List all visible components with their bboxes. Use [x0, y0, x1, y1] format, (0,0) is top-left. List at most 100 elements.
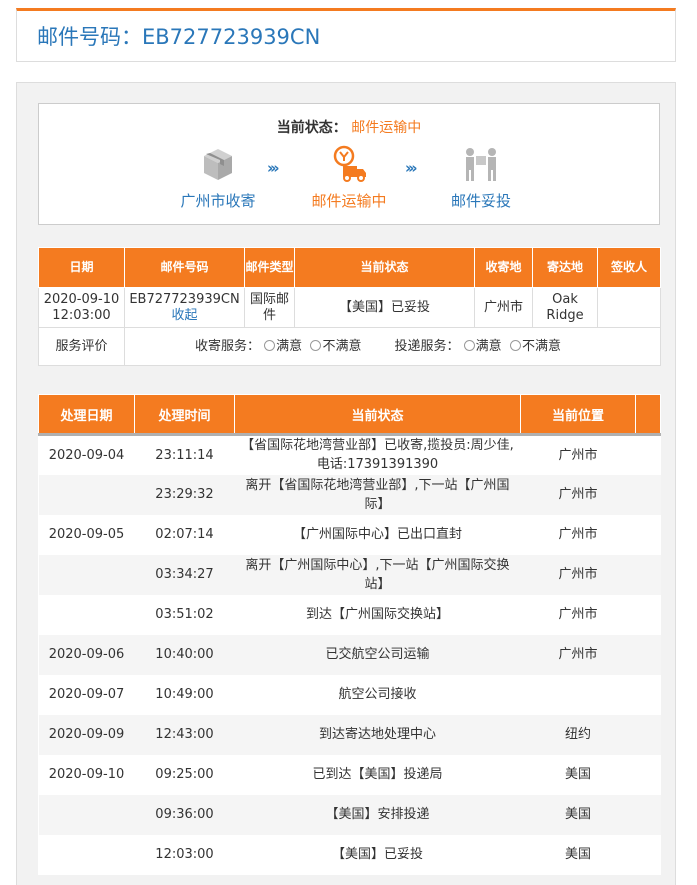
- delivery-satisfied-option[interactable]: 满意: [463, 338, 502, 354]
- event-date: [38, 554, 135, 595]
- event-date: 2020-09-06: [38, 634, 135, 675]
- event-status: 【美国】安排投递: [234, 794, 521, 835]
- event-time: 12:43:00: [134, 714, 235, 755]
- col-header-signer: 签收人: [597, 247, 661, 288]
- step-label-in-transit: 邮件运输中: [311, 192, 387, 210]
- event-date: [39, 835, 135, 875]
- pickup-service-label: 收寄服务：: [195, 338, 261, 354]
- page-title: 邮件号码：EB727723939CN: [37, 25, 321, 49]
- tracking-events-table: 处理日期 处理时间 当前状态 当前位置 2020-09-04 23:11:14 …: [38, 394, 661, 875]
- summary-header-row: 日期 邮件号码 邮件类型 当前状态 收寄地 寄达地 签收人: [38, 247, 661, 288]
- package-box-icon: [198, 144, 238, 184]
- event-time: 10:40:00: [134, 634, 235, 675]
- col-header-date: 日期: [38, 247, 125, 288]
- event-status: 到达寄达地处理中心: [234, 714, 521, 755]
- event-time: 09:25:00: [155, 767, 214, 782]
- header-panel: 邮件号码：EB727723939CN: [16, 8, 676, 62]
- delivery-unsatisfied-option[interactable]: 不满意: [509, 338, 561, 354]
- delivery-truck-icon: [329, 144, 369, 184]
- event-status: 已交航空公司运输: [234, 634, 521, 675]
- summary-row: 2020-09-10 12:03:00 EB727723939CN 收起 国际邮…: [38, 287, 661, 328]
- status-progress-panel: 当前状态： 邮件运输中 广州市收寄 ››› 邮件运输中 ››› 邮件妥投: [38, 103, 660, 225]
- event-time: 12:03:00: [155, 847, 214, 862]
- event-date: [38, 474, 135, 515]
- radio-icon[interactable]: [509, 339, 521, 351]
- delivery-satisfied-label: 满意: [475, 338, 502, 354]
- table-row: 12:03:00 【美国】已妥投 美国: [39, 835, 661, 875]
- col-header-mail-type: 邮件类型: [244, 247, 295, 288]
- event-date: 2020-09-07: [48, 687, 125, 702]
- step-label-delivered: 邮件妥投: [450, 192, 511, 210]
- col-header-status: 当前状态: [294, 247, 475, 288]
- event-location: [521, 675, 636, 715]
- pickup-satisfied-label: 满意: [276, 338, 303, 354]
- event-status: 【省国际花地湾营业部】已收寄,揽投员:周少佳,电话:17391391390: [241, 438, 514, 473]
- summary-tracking-no: EB727723939CN: [129, 291, 240, 307]
- event-time: 23:29:32: [134, 474, 235, 515]
- event-location: 广州市: [558, 607, 598, 622]
- event-date: [39, 595, 135, 635]
- summary-status: 【美国】已妥投: [294, 287, 475, 328]
- table-row: 2020-09-09 12:43:00 到达寄达地处理中心 纽约: [38, 714, 661, 755]
- step-arrow-1: ›››: [267, 159, 279, 177]
- event-status: 已到达【美国】投递局: [312, 767, 443, 782]
- event-date: 2020-09-05: [48, 527, 125, 542]
- pickup-unsatisfied-label: 不满意: [322, 338, 362, 354]
- radio-icon[interactable]: [264, 339, 276, 351]
- event-status: 离开【省国际花地湾营业部】,下一站【广州国际】: [234, 474, 521, 515]
- tracking-result-panel: 当前状态： 邮件运输中 广州市收寄 ››› 邮件运输中 ››› 邮件妥投 日期 …: [16, 82, 676, 885]
- step-collected: 广州市收寄: [163, 144, 273, 211]
- delivery-unsatisfied-label: 不满意: [521, 338, 561, 354]
- summary-origin: 广州市: [474, 287, 533, 328]
- col-header-spacer: [635, 394, 661, 436]
- table-row: 2020-09-05 02:07:14 【广州国际中心】已出口直封 广州市: [39, 515, 661, 555]
- pickup-satisfied-option[interactable]: 满意: [264, 339, 302, 354]
- delivery-service-label: 投递服务：: [394, 338, 460, 354]
- event-status: 【美国】已妥投: [331, 847, 423, 862]
- step-arrow-2: ›››: [405, 159, 417, 177]
- summary-mail-type: 国际邮件: [244, 287, 295, 328]
- pickup-unsatisfied-option[interactable]: 不满意: [310, 339, 361, 354]
- col-header-event-date: 处理日期: [38, 394, 135, 436]
- table-row: 2020-09-06 10:40:00 已交航空公司运输 广州市: [38, 634, 661, 675]
- summary-destination: Oak Ridge: [532, 287, 598, 328]
- col-header-event-status: 当前状态: [234, 394, 521, 436]
- event-location: 美国: [520, 794, 636, 835]
- table-row: 03:34:27 离开【广州国际中心】,下一站【广州国际交换站】 广州市: [38, 554, 661, 595]
- radio-icon[interactable]: [310, 339, 322, 351]
- event-time: 02:07:14: [155, 527, 214, 542]
- current-status-value: 邮件运输中: [351, 120, 422, 136]
- event-time: 23:11:14: [155, 447, 214, 463]
- summary-date: 2020-09-10 12:03:00: [38, 287, 125, 328]
- event-location: 广州市: [558, 527, 598, 542]
- events-header-row: 处理日期 处理时间 当前状态 当前位置: [38, 394, 661, 436]
- col-header-destination: 寄达地: [532, 247, 598, 288]
- current-status-label: 当前状态：: [276, 120, 347, 136]
- service-rating-options: 收寄服务： 满意 不满意 投递服务： 满意 不满意: [124, 327, 661, 366]
- event-date: [38, 794, 135, 835]
- event-date: 2020-09-09: [38, 714, 135, 755]
- col-header-tracking-no: 邮件号码: [124, 247, 245, 288]
- event-location: 广州市: [558, 447, 598, 463]
- event-location: 美国: [564, 767, 591, 782]
- event-location: 纽约: [520, 714, 636, 755]
- event-time: 03:51:02: [155, 607, 214, 622]
- event-status: 离开【广州国际中心】,下一站【广州国际交换站】: [234, 554, 521, 595]
- table-row: 03:51:02 到达【广州国际交换站】 广州市: [39, 595, 661, 635]
- table-row: 23:29:32 离开【省国际花地湾营业部】,下一站【广州国际】 广州市: [38, 474, 661, 515]
- table-row: 2020-09-07 10:49:00 航空公司接收: [39, 675, 661, 715]
- event-location: 广州市: [520, 634, 636, 675]
- summary-tracking-cell: EB727723939CN 收起: [124, 287, 245, 328]
- collapse-link[interactable]: 收起: [125, 308, 244, 324]
- radio-icon[interactable]: [463, 339, 475, 351]
- step-label-collected: 广州市收寄: [180, 192, 256, 210]
- event-location: 广州市: [520, 474, 636, 515]
- event-date: 2020-09-10: [48, 767, 125, 782]
- event-location: 美国: [564, 847, 591, 862]
- current-status-line: 当前状态： 邮件运输中: [39, 117, 659, 137]
- summary-table: 日期 邮件号码 邮件类型 当前状态 收寄地 寄达地 签收人 2020-09-10…: [38, 247, 661, 366]
- table-row: 2020-09-04 23:11:14 【省国际花地湾营业部】已收寄,揽投员:周…: [39, 435, 661, 475]
- courier-handover-icon: [461, 144, 501, 184]
- event-location: 广州市: [520, 554, 636, 595]
- step-delivered: 邮件妥投: [426, 144, 536, 211]
